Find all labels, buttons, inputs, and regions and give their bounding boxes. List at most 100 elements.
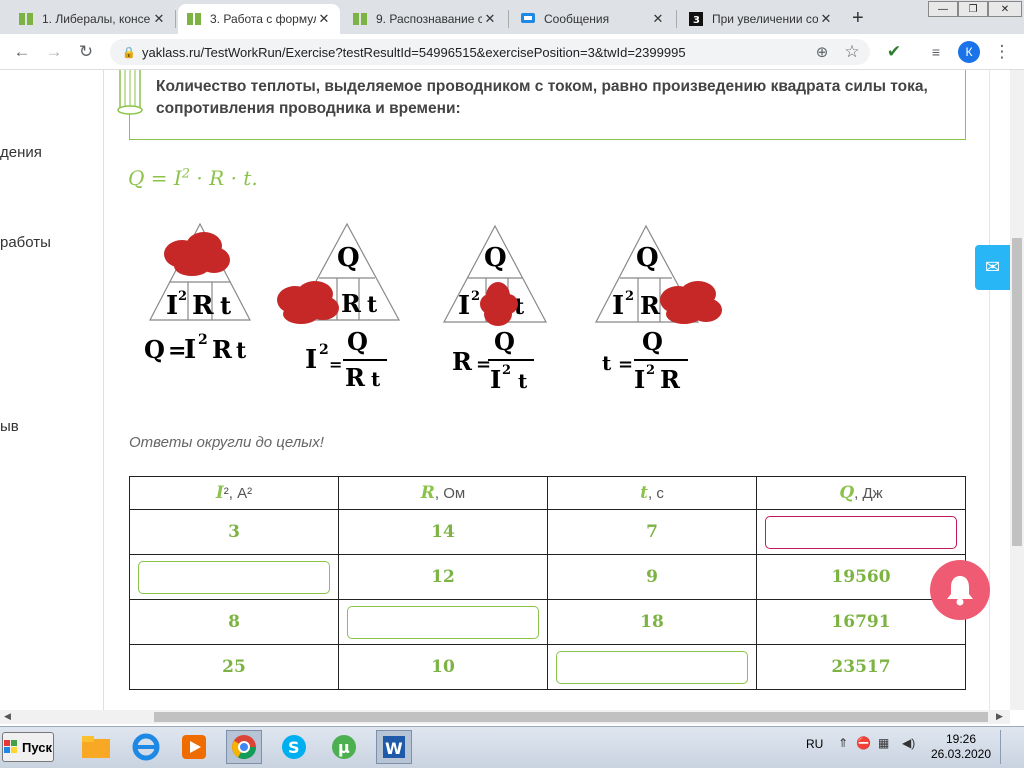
tray-icon[interactable]: ⇑	[838, 736, 848, 750]
close-icon[interactable]: ✕	[482, 11, 498, 27]
skype-icon[interactable]: S	[276, 730, 312, 764]
table-cell: 10	[338, 644, 548, 690]
svg-text:I: I	[490, 365, 501, 394]
tray-icon[interactable]: ⛔	[856, 736, 871, 750]
file-explorer-icon[interactable]	[78, 730, 114, 764]
svg-text:S: S	[288, 738, 300, 757]
close-icon[interactable]: ✕	[818, 11, 834, 27]
column-header-current: I², А²	[129, 476, 339, 510]
hiding-cloud	[277, 281, 339, 324]
table-cell: 8	[129, 599, 339, 645]
zoom-icon[interactable]: ⊕	[812, 42, 832, 62]
svg-text:R: R	[341, 289, 362, 318]
svg-text:2: 2	[646, 363, 655, 378]
internet-explorer-icon[interactable]	[128, 730, 164, 764]
reading-list-icon[interactable]: ≡	[926, 42, 946, 62]
sidebar-item[interactable]: работы	[0, 234, 51, 251]
system-clock[interactable]: 19:26 26.03.2020	[930, 732, 992, 762]
horizontal-scrollbar-thumb[interactable]	[154, 712, 988, 722]
network-icon[interactable]: ▦	[878, 736, 889, 750]
table-cell	[547, 644, 757, 690]
tab-title: 9. Распознавание се	[376, 12, 482, 26]
word-icon[interactable]: W	[376, 730, 412, 764]
rounding-hint: Ответы округли до целых!	[129, 434, 324, 451]
svg-text:t: t	[518, 369, 528, 393]
svg-text:t: t	[367, 292, 378, 318]
tab-3[interactable]: 9. Распознавание се ✕	[344, 4, 506, 34]
svg-text:W: W	[385, 739, 403, 758]
show-desktop-button[interactable]	[1000, 730, 1020, 764]
hiding-cloud	[164, 232, 230, 276]
scroll-left-icon[interactable]: ◀	[4, 711, 11, 722]
table-row: 8 18 16791	[129, 599, 966, 645]
svg-text:2: 2	[502, 363, 511, 378]
hiding-cloud	[660, 281, 722, 324]
theory-text: Количество теплоты, выделяемое проводник…	[156, 78, 928, 117]
column-header-time: t, с	[547, 476, 757, 510]
theory-box: Количество теплоты, выделяемое проводник…	[129, 70, 966, 140]
close-icon[interactable]: ✕	[151, 11, 167, 27]
bookmark-star-icon[interactable]: ☆	[842, 42, 862, 62]
answer-input-r[interactable]	[347, 605, 539, 639]
address-bar[interactable]: 🔒 yaklass.ru/TestWorkRun/Exercise?testRe…	[110, 39, 870, 65]
table-row: 25 10 23517	[129, 644, 966, 690]
scroll-right-icon[interactable]: ▶	[996, 711, 1003, 722]
answer-input-i2[interactable]	[138, 560, 330, 594]
svg-text:Q: Q	[337, 243, 360, 273]
table-header-row: I², А² R, Ом t, с Q, Дж	[129, 476, 966, 510]
table-cell: 9	[547, 554, 757, 600]
tab-2[interactable]: 3. Работа с формулой ✕	[178, 4, 340, 34]
close-icon[interactable]: ✕	[316, 11, 332, 27]
browser-toolbar: ← → ↻ 🔒 yaklass.ru/TestWorkRun/Exercise?…	[0, 34, 1024, 70]
utorrent-icon[interactable]: µ	[326, 730, 362, 764]
tab-separator	[508, 10, 509, 28]
answer-input-t[interactable]	[556, 650, 748, 684]
notification-bell-icon[interactable]	[930, 560, 990, 620]
yaklass-icon	[18, 11, 34, 27]
tab-4[interactable]: Сообщения ✕	[512, 4, 674, 34]
tab-title: Сообщения	[544, 12, 610, 26]
triangle-diagram-t: Q I 2 R t = Q I 2 R	[595, 224, 722, 394]
back-icon[interactable]: ←	[12, 42, 32, 62]
svg-text:Q: Q	[494, 327, 515, 356]
sidebar-item[interactable]: дения	[0, 144, 42, 161]
triangle-diagram-q: I 2 R t Q = I 2 R t	[144, 222, 251, 365]
minimize-button[interactable]: —	[928, 1, 958, 17]
svg-text:Q: Q	[347, 327, 368, 356]
menu-dots-icon[interactable]: ⋮	[992, 42, 1012, 62]
svg-text:R: R	[452, 347, 473, 376]
svg-text:2: 2	[198, 332, 208, 348]
reload-icon[interactable]: ↻	[76, 42, 96, 62]
tab-5[interactable]: 3 При увеличении сопр ✕	[680, 4, 842, 34]
language-indicator[interactable]: RU	[806, 737, 823, 751]
tab-1[interactable]: 1. Либералы, консерв ✕	[10, 4, 175, 34]
extension-icon[interactable]: ✔	[884, 42, 904, 62]
svg-text:I: I	[166, 291, 178, 321]
svg-text:I: I	[612, 291, 624, 321]
table-cell: 25	[129, 644, 339, 690]
sidebar-item[interactable]: ыв	[0, 418, 19, 435]
svg-text:t: t	[220, 291, 231, 320]
chrome-icon[interactable]	[226, 730, 262, 764]
triangle-diagram-i: Q R t I 2 = Q R t	[277, 222, 401, 392]
mail-icon[interactable]: ✉	[975, 245, 1010, 290]
svg-text:R: R	[660, 365, 681, 394]
media-player-icon[interactable]	[176, 730, 212, 764]
forward-icon[interactable]: →	[44, 42, 64, 62]
profile-avatar[interactable]: К	[958, 41, 980, 63]
volume-icon[interactable]: ◀)	[902, 736, 915, 750]
restore-button[interactable]: ❐	[958, 1, 988, 17]
column-header-resistance: R, Ом	[338, 476, 548, 510]
close-window-button[interactable]: ✕	[988, 1, 1022, 17]
messages-icon	[520, 11, 536, 27]
answer-input-q[interactable]	[765, 515, 957, 549]
svg-text:Q: Q	[144, 335, 165, 364]
vertical-scrollbar-thumb[interactable]	[1012, 238, 1022, 546]
svg-text:2: 2	[625, 289, 634, 304]
close-icon[interactable]: ✕	[650, 11, 666, 27]
table-cell: 3	[129, 509, 339, 555]
svg-text:=: =	[618, 354, 633, 375]
start-button[interactable]: Пуск	[2, 732, 54, 762]
svg-text:R: R	[192, 291, 214, 321]
new-tab-button[interactable]: +	[852, 7, 864, 30]
